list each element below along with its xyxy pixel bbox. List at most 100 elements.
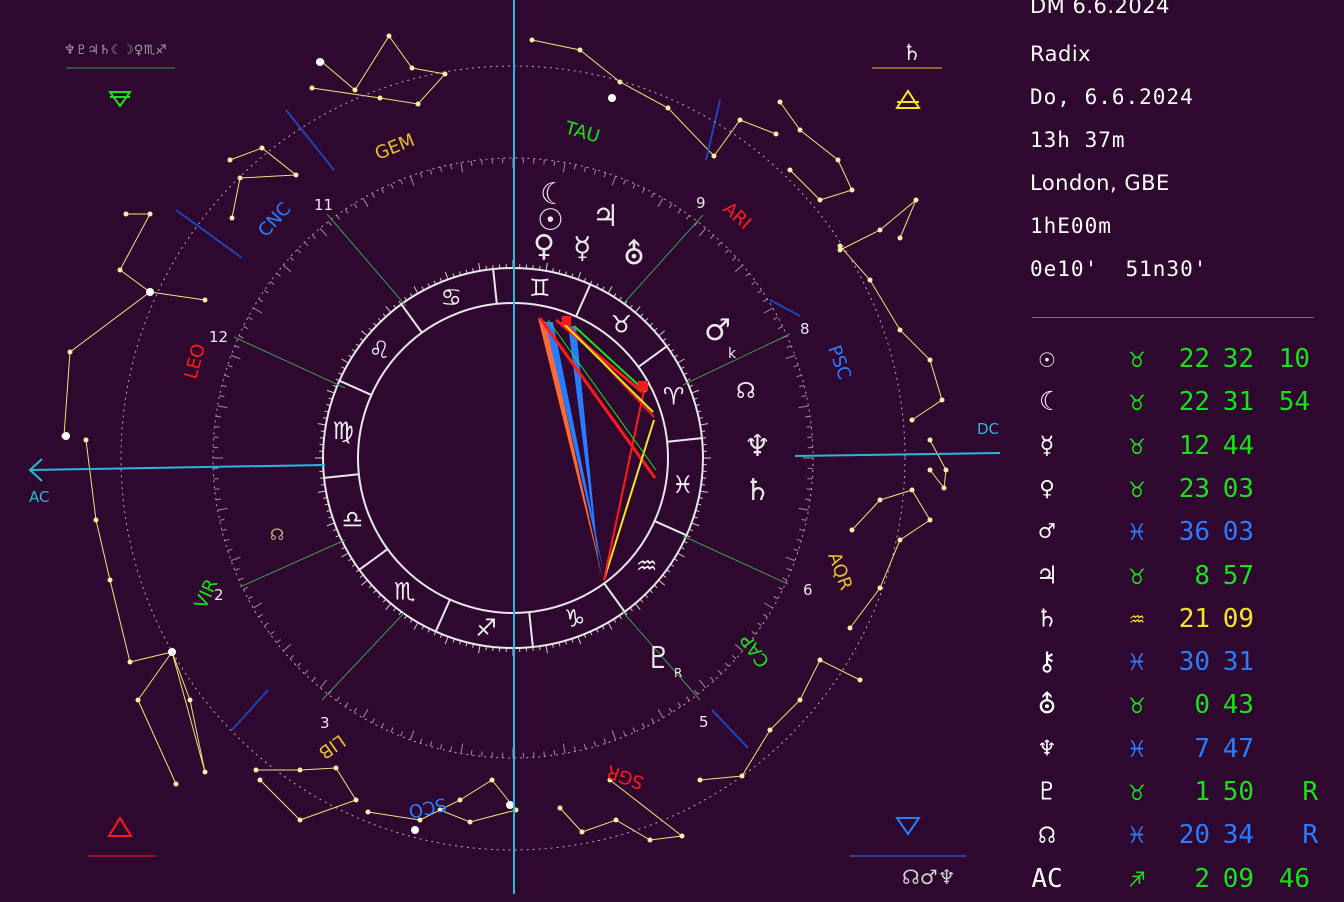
degree-tick [633, 727, 635, 732]
degree-tick [430, 742, 431, 747]
star-marker [898, 236, 903, 241]
taurus-icon: ♉ [1112, 472, 1162, 506]
degree-tick [544, 160, 545, 165]
bright-star [506, 801, 514, 809]
degree-tick [243, 587, 247, 589]
neptune-icon: ♆ [1030, 732, 1064, 766]
pisces-icon: ♓ [1112, 515, 1162, 549]
star-marker [203, 770, 208, 775]
degree-tick [718, 242, 721, 246]
degree-tick [758, 290, 762, 293]
minute-value: 43 [1214, 688, 1254, 722]
degree-tick [228, 549, 233, 551]
degree-tick [216, 416, 221, 417]
label-lib: LIB [314, 730, 349, 763]
degree-tick [651, 193, 653, 197]
ring-tick [445, 272, 448, 280]
label-ari: ARI [719, 198, 755, 234]
star-marker [108, 578, 113, 583]
degree-tick [669, 204, 672, 208]
star-marker [940, 398, 945, 403]
degree-tick [218, 406, 228, 408]
mars-icon: ♂ [1030, 515, 1064, 549]
degree-tick [574, 165, 575, 170]
degree-tick [633, 184, 635, 189]
air-triangle-icon [897, 91, 919, 108]
position-row: ☊♓2034R [1030, 818, 1330, 858]
house-8: 8 [800, 320, 810, 338]
minute-value: 03 [1214, 515, 1254, 549]
star-marker [942, 486, 947, 491]
constellation-line [700, 660, 860, 780]
second-value: 10 [1270, 342, 1310, 376]
ring-tick [327, 523, 335, 526]
constellation-line [850, 490, 930, 628]
degree-tick [297, 250, 301, 253]
degree-value: 30 [1160, 645, 1210, 679]
bright-star [608, 94, 616, 102]
degree-tick [225, 539, 230, 540]
degree-tick [554, 750, 555, 755]
top-left-glyph-row: ♆♇♃♄☾☽♀♏♐ [64, 43, 167, 58]
sign-divider [436, 600, 450, 632]
degree-tick [312, 235, 315, 239]
position-row: ☿♉1244 [1030, 429, 1330, 469]
degree-tick [806, 427, 811, 428]
degree-tick [259, 299, 263, 302]
degree-tick [764, 308, 773, 313]
degree-tick [320, 228, 326, 236]
degree-tick [732, 655, 736, 658]
ring-tick [578, 637, 581, 645]
degree-value: 12 [1160, 429, 1210, 463]
star-marker [648, 838, 653, 843]
star-marker [228, 158, 233, 163]
dc-axis [795, 453, 1000, 456]
position-row: ☾♉223154 [1030, 385, 1330, 425]
degree-tick [642, 723, 644, 727]
star-marker [410, 66, 415, 71]
ring-tick [342, 553, 349, 557]
aspect-lines [538, 316, 656, 580]
taurus-icon: ♉ [1112, 559, 1162, 593]
neptune-icon: ♆ [744, 429, 771, 464]
degree-tick [305, 242, 308, 246]
retrograde-flag: R [1290, 775, 1318, 809]
star-marker [578, 48, 583, 53]
constellation-line [780, 102, 852, 200]
degree-tick [745, 273, 749, 276]
chart-place: London, GBE [1030, 171, 1170, 195]
chart-date: Do, 6.6.2024 [1030, 85, 1194, 109]
degree-tick [763, 614, 767, 617]
star-marker [68, 350, 73, 355]
degree-tick [805, 416, 810, 417]
zodiac-sign-icon: ♓ [672, 471, 694, 499]
horoscope-chart: ♊♉♈♓♒♑♐♏♎♍♌♋ AC DC ☾ ☉ ♃ ♀ ☿ [0, 0, 1010, 894]
degree-tick [778, 587, 782, 589]
degree-tick [612, 176, 615, 185]
star-marker [928, 468, 933, 473]
degree-tick [222, 529, 227, 530]
second-value: 46 [1270, 862, 1310, 896]
bright-star [168, 648, 176, 656]
degree-value: 1 [1160, 775, 1210, 809]
label-sco: SCO [407, 793, 449, 821]
saturn-corner-icon: ♄ [902, 41, 922, 66]
star-marker [490, 778, 495, 783]
degree-tick [699, 680, 705, 688]
degree-tick [797, 375, 802, 376]
panel-divider [1032, 317, 1314, 318]
degree-tick [220, 396, 225, 397]
degree-tick [604, 173, 606, 178]
star-marker [774, 132, 779, 137]
house-3: 3 [320, 714, 330, 732]
ring-tick [692, 523, 700, 526]
star-marker [260, 146, 265, 151]
star-marker [788, 168, 793, 173]
taurus-icon: ♉ [1112, 429, 1162, 463]
degree-tick [797, 539, 802, 540]
house-5: 5 [699, 713, 709, 731]
degree-tick [563, 163, 565, 173]
star-marker [230, 216, 235, 221]
star-marker [898, 538, 903, 543]
degree-tick [225, 375, 230, 376]
